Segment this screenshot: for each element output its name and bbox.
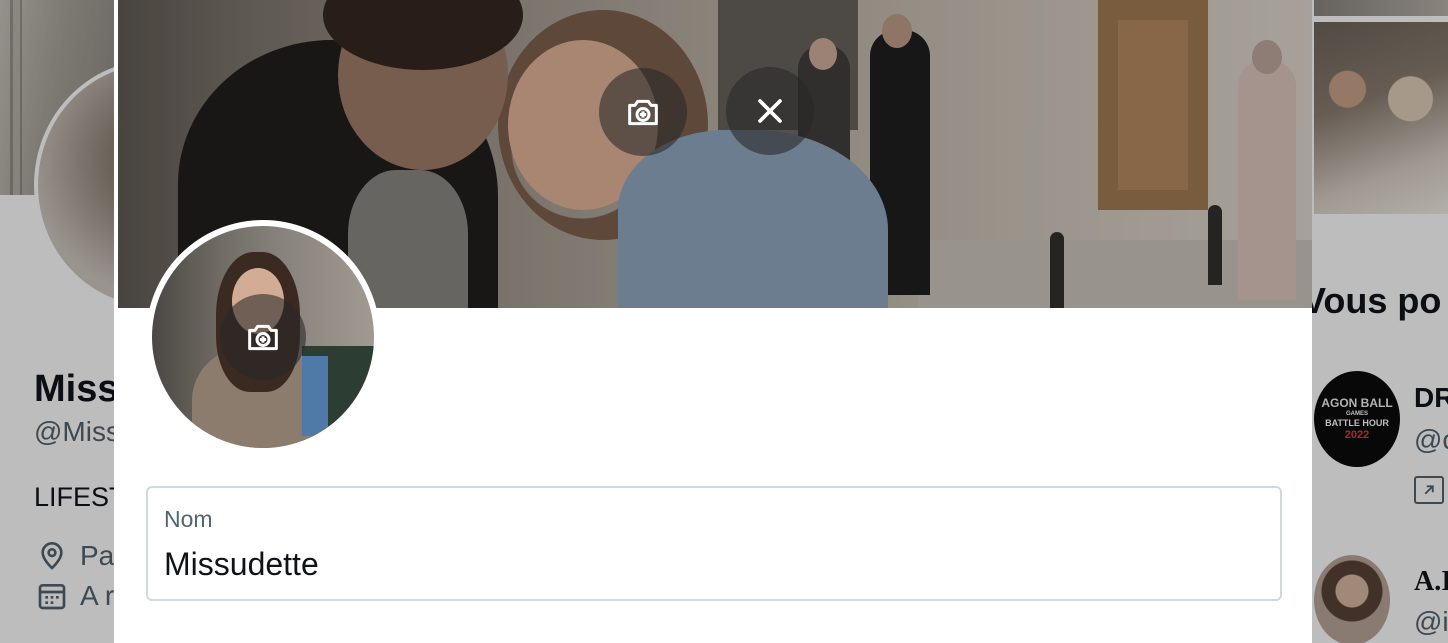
add-banner-photo-button[interactable] xyxy=(599,68,687,156)
edit-profile-modal: Nom Missudette xyxy=(114,0,1312,643)
camera-plus-icon xyxy=(628,99,658,126)
add-avatar-photo-button[interactable] xyxy=(220,294,306,380)
profile-avatar-container xyxy=(146,220,380,454)
profile-avatar xyxy=(152,226,374,448)
camera-plus-icon xyxy=(248,324,278,351)
name-field-label: Nom xyxy=(164,506,213,532)
remove-banner-button[interactable] xyxy=(726,67,814,155)
name-field[interactable]: Nom Missudette xyxy=(146,486,1282,601)
name-field-value[interactable]: Missudette xyxy=(164,546,319,583)
close-icon xyxy=(758,99,782,123)
